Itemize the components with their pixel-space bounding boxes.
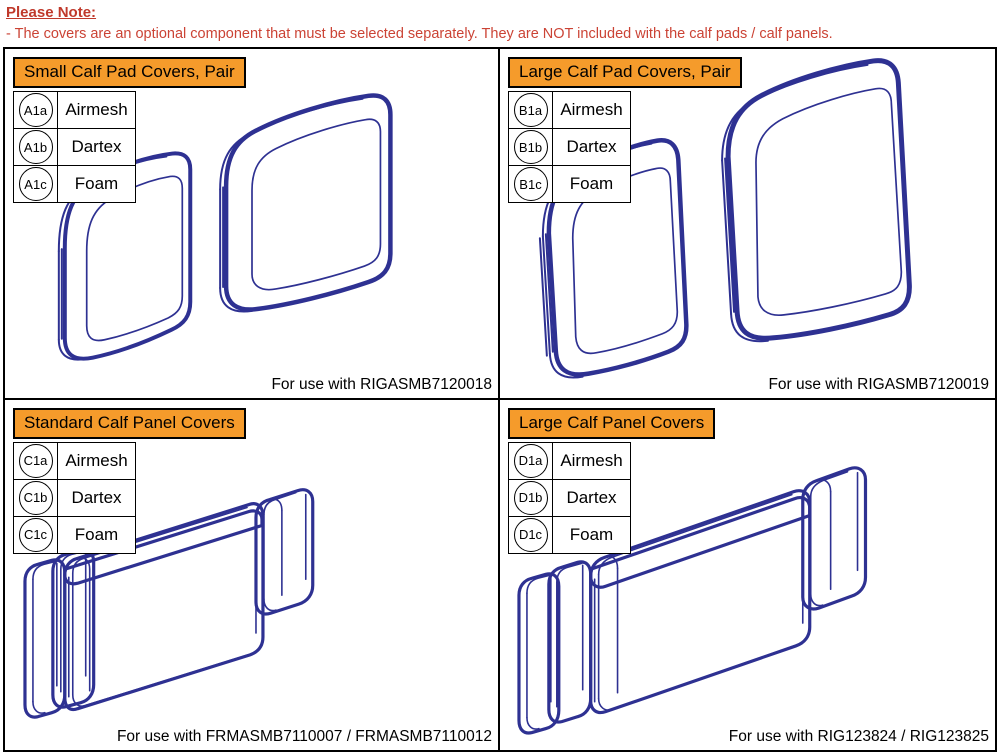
- table-row: B1c Foam: [508, 165, 631, 203]
- code-badge: B1c: [513, 167, 548, 201]
- legend-label-cell: Foam: [57, 515, 136, 554]
- panel-footer-small-calf-pad-covers: For use with RIGASMB7120018: [271, 375, 492, 393]
- legend-label-cell: Dartex: [57, 478, 136, 517]
- code-badge: C1b: [18, 480, 53, 515]
- code-badge: A1c: [18, 167, 53, 201]
- panel-large-calf-pad-covers: Large Calf Pad Covers, Pair B1a Airmesh …: [500, 49, 995, 400]
- panel-title-small-calf-pad-covers: Small Calf Pad Covers, Pair: [13, 57, 246, 88]
- legend-code-cell: B1c: [508, 165, 553, 203]
- table-row: C1c Foam: [13, 515, 136, 554]
- legend-table-standard-calf-panel-covers: C1a Airmesh C1b Dartex C1c Foam: [13, 441, 136, 554]
- please-note-line: - The covers are an optional component t…: [6, 26, 833, 42]
- panel-large-calf-panel-covers: Large Calf Panel Covers D1a Airmesh D1b …: [500, 400, 995, 751]
- legend-code-cell: A1a: [13, 91, 58, 129]
- table-row: C1b Dartex: [13, 478, 136, 517]
- code-badge: D1b: [513, 480, 548, 515]
- table-row: D1b Dartex: [508, 478, 631, 517]
- parts-diagram-frame: Small Calf Pad Covers, Pair A1a Airmesh …: [3, 47, 997, 752]
- legend-table-large-calf-panel-covers: D1a Airmesh D1b Dartex D1c Foam: [508, 441, 631, 554]
- legend-code-cell: D1b: [508, 478, 553, 517]
- legend-code-cell: A1b: [13, 128, 58, 166]
- legend-label-cell: Dartex: [552, 128, 631, 166]
- table-row: D1a Airmesh: [508, 441, 631, 480]
- table-row: A1c Foam: [13, 165, 136, 203]
- legend-code-cell: C1b: [13, 478, 58, 517]
- panel-footer-large-calf-panel-covers: For use with RIG123824 / RIG123825: [728, 728, 989, 745]
- code-badge: C1a: [18, 443, 53, 478]
- legend-code-cell: C1a: [13, 441, 58, 480]
- panel-footer-standard-calf-panel-covers: For use with FRMASMB7110007 / FRMASMB711…: [116, 728, 492, 745]
- legend-label-cell: Airmesh: [57, 441, 136, 480]
- code-badge: A1b: [18, 130, 53, 164]
- code-badge: B1b: [513, 130, 548, 164]
- please-note-title: Please Note:: [6, 4, 97, 21]
- panel-small-calf-pad-covers: Small Calf Pad Covers, Pair A1a Airmesh …: [5, 49, 500, 400]
- table-row: A1a Airmesh: [13, 91, 136, 129]
- legend-label-cell: Foam: [552, 165, 631, 203]
- panel-footer-large-calf-pad-covers: For use with RIGASMB7120019: [768, 375, 989, 393]
- legend-code-cell: B1b: [508, 128, 553, 166]
- legend-label-cell: Foam: [552, 515, 631, 554]
- code-badge: D1c: [513, 517, 548, 552]
- legend-label-cell: Airmesh: [552, 441, 631, 480]
- table-row: B1a Airmesh: [508, 91, 631, 129]
- table-row: C1a Airmesh: [13, 441, 136, 480]
- legend-table-small-calf-pad-covers: A1a Airmesh A1b Dartex A1c Foam: [13, 91, 136, 203]
- panel-title-large-calf-pad-covers: Large Calf Pad Covers, Pair: [508, 57, 742, 88]
- code-badge: B1a: [513, 93, 548, 127]
- code-badge: A1a: [18, 93, 53, 127]
- legend-label-cell: Airmesh: [57, 91, 136, 129]
- legend-table-large-calf-pad-covers: B1a Airmesh B1b Dartex B1c Foam: [508, 91, 631, 203]
- table-row: B1b Dartex: [508, 128, 631, 166]
- panel-title-large-calf-panel-covers: Large Calf Panel Covers: [508, 407, 716, 439]
- code-badge: D1a: [513, 443, 548, 478]
- please-note-block: Please Note: - The covers are an optiona…: [0, 0, 1000, 46]
- panel-standard-calf-panel-covers: Standard Calf Panel Covers C1a Airmesh C…: [5, 399, 500, 750]
- legend-code-cell: B1a: [508, 91, 553, 129]
- legend-label-cell: Airmesh: [552, 91, 631, 129]
- panel-title-standard-calf-panel-covers: Standard Calf Panel Covers: [13, 407, 246, 439]
- legend-label-cell: Dartex: [552, 478, 631, 517]
- table-row: D1c Foam: [508, 515, 631, 554]
- legend-code-cell: D1c: [508, 515, 553, 554]
- legend-label-cell: Dartex: [57, 128, 136, 166]
- legend-code-cell: A1c: [13, 165, 58, 203]
- code-badge: C1c: [18, 517, 53, 552]
- panel-grid: Small Calf Pad Covers, Pair A1a Airmesh …: [5, 49, 995, 750]
- legend-code-cell: D1a: [508, 441, 553, 480]
- legend-code-cell: C1c: [13, 515, 58, 554]
- table-row: A1b Dartex: [13, 128, 136, 166]
- legend-label-cell: Foam: [57, 165, 136, 203]
